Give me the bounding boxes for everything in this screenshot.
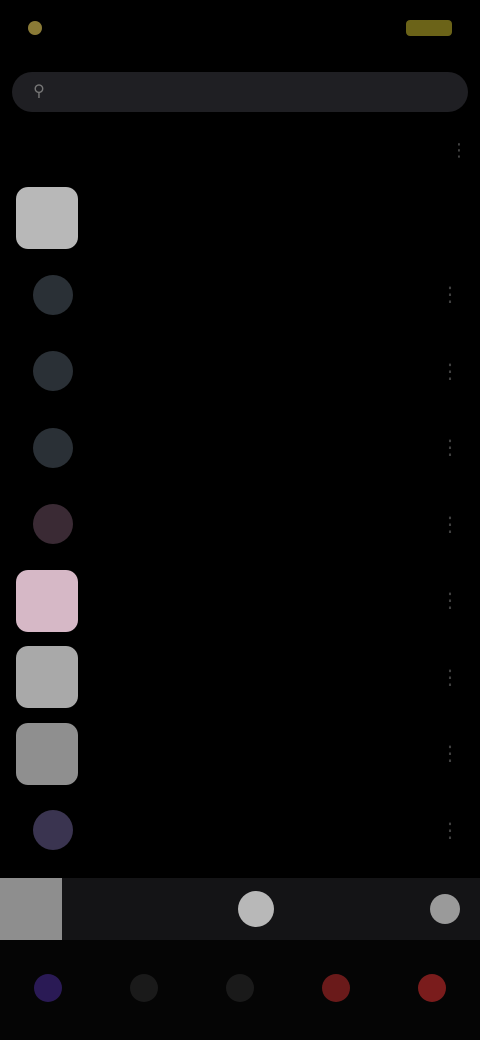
mini-player-artwork	[0, 878, 62, 940]
tab-bar	[0, 940, 480, 1040]
search-bar[interactable]: ⚲	[12, 72, 468, 112]
play-icon[interactable]	[238, 891, 274, 927]
tab-item[interactable]	[208, 958, 272, 1022]
tab-item[interactable]	[304, 958, 368, 1022]
item-more-icon[interactable]: ⋮	[428, 426, 472, 470]
tab-icon	[34, 974, 62, 1002]
tab-item[interactable]	[400, 958, 464, 1022]
search-icon: ⚲	[33, 83, 45, 100]
library-header: ⋮	[20, 134, 468, 166]
list-item[interactable]: ⋮	[16, 716, 476, 792]
item-thumbnail	[16, 351, 78, 391]
tab-icon	[226, 974, 254, 1002]
tab-item[interactable]	[16, 958, 80, 1022]
status-bar	[0, 0, 480, 56]
tab-item[interactable]	[112, 958, 176, 1022]
item-icon	[32, 351, 73, 391]
notification-dot-icon	[28, 21, 42, 35]
list-item[interactable]: ⋮	[16, 410, 476, 486]
status-left	[28, 21, 52, 35]
item-thumbnail	[16, 504, 78, 544]
item-icon	[32, 427, 73, 468]
mini-player[interactable]	[0, 878, 480, 940]
status-right	[406, 20, 452, 36]
item-more-icon[interactable]: ⋮	[428, 732, 472, 776]
item-more-icon[interactable]: ⋮	[428, 502, 472, 546]
item-more-icon[interactable]: ⋮	[428, 273, 472, 317]
item-more-icon[interactable]: ⋮	[428, 655, 472, 699]
next-track-icon[interactable]	[430, 894, 460, 924]
item-icon	[32, 504, 73, 544]
item-more-icon[interactable]: ⋮	[428, 579, 472, 623]
list-item[interactable]: ⋮	[16, 333, 476, 409]
list-item[interactable]	[16, 180, 476, 256]
item-more-icon[interactable]: ⋮	[428, 349, 472, 393]
more-options-icon[interactable]: ⋮	[450, 140, 468, 161]
item-icon	[32, 274, 73, 315]
item-more-icon[interactable]: ⋮	[428, 808, 472, 852]
list-item[interactable]: ⋮	[16, 563, 476, 639]
list-item[interactable]: ⋮	[16, 792, 476, 868]
item-thumbnail	[16, 646, 78, 708]
tab-icon	[130, 974, 158, 1002]
item-thumbnail	[16, 187, 78, 249]
list-item[interactable]: ⋮	[16, 639, 476, 715]
list-item[interactable]: ⋮	[16, 486, 476, 562]
item-thumbnail	[16, 569, 78, 632]
item-thumbnail	[16, 810, 78, 850]
list-item[interactable]: ⋮	[16, 257, 476, 333]
item-thumbnail	[16, 427, 78, 468]
tab-icon	[322, 974, 350, 1002]
item-icon	[32, 810, 73, 850]
battery-icon	[406, 20, 452, 36]
item-thumbnail	[16, 274, 78, 315]
search-input[interactable]	[58, 83, 450, 101]
item-thumbnail	[16, 722, 78, 785]
tab-icon	[418, 974, 446, 1002]
